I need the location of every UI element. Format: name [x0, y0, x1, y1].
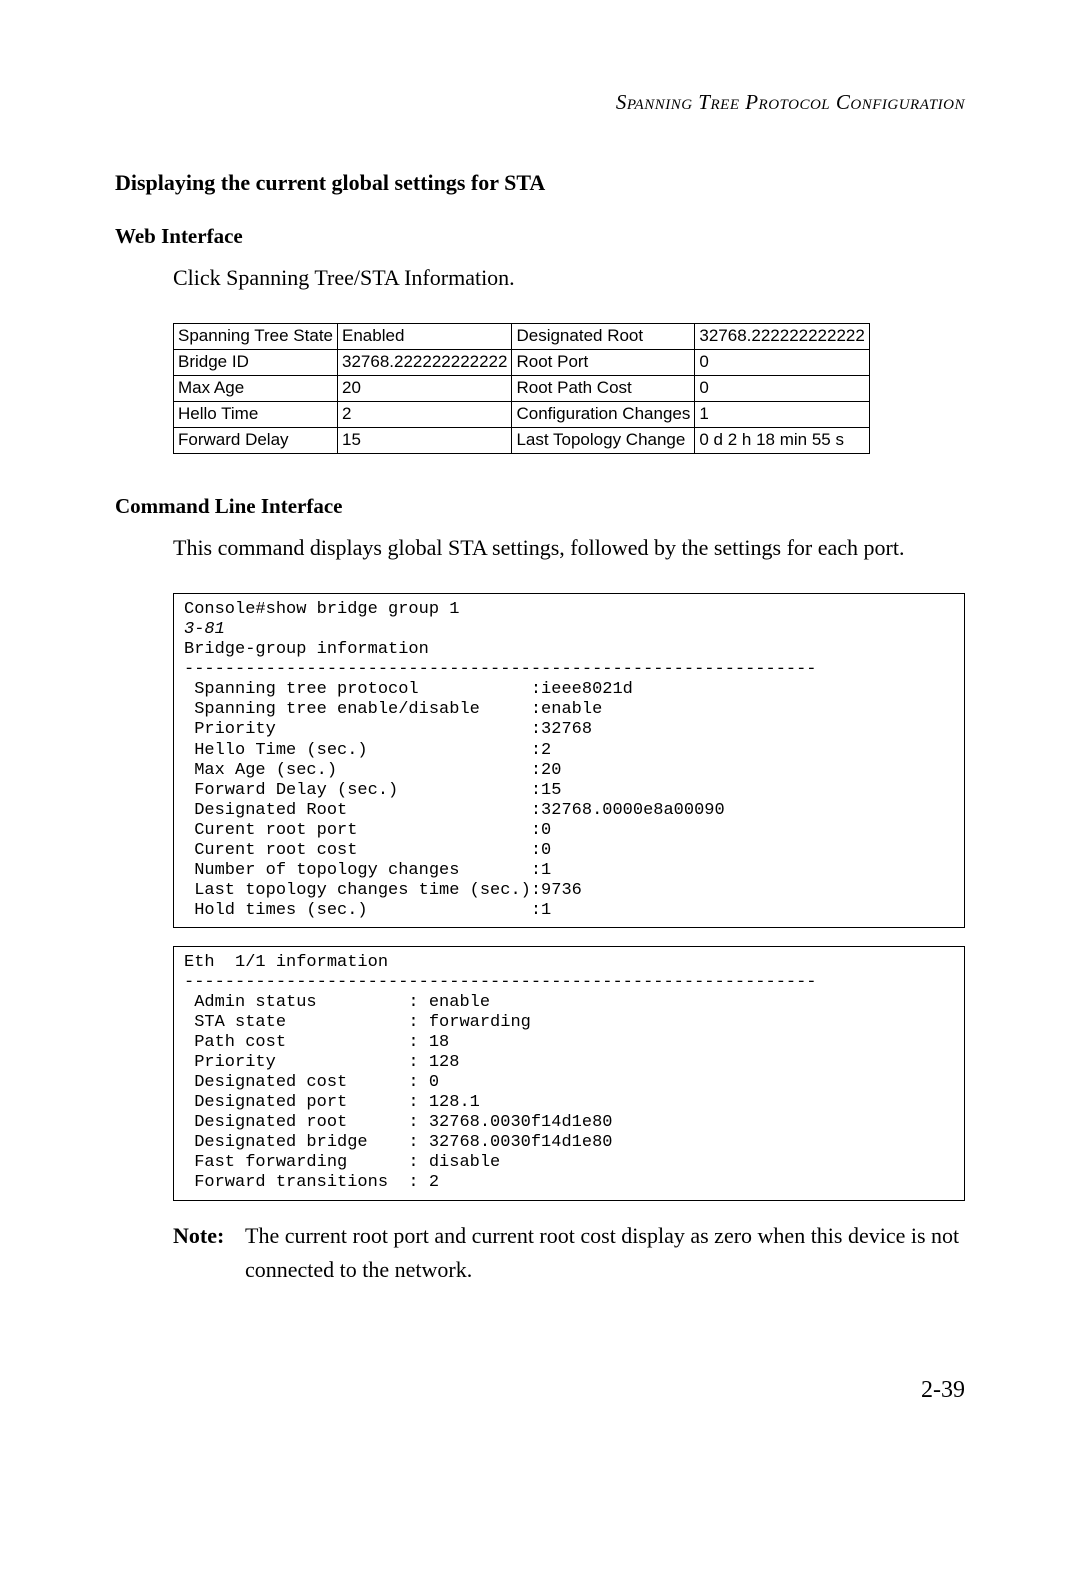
- cli-output-block-1: Console#show bridge group 1 3-81 Bridge-…: [173, 593, 965, 928]
- table-cell-label: Hello Time: [174, 402, 338, 428]
- table-cell-label: Root Path Cost: [512, 376, 695, 402]
- table-cell-value: 20: [338, 376, 512, 402]
- sta-info-table: Spanning Tree State Enabled Designated R…: [173, 323, 870, 454]
- table-cell-label: Bridge ID: [174, 350, 338, 376]
- table-cell-label: Configuration Changes: [512, 402, 695, 428]
- table-cell-label: Spanning Tree State: [174, 324, 338, 350]
- table-cell-label: Last Topology Change: [512, 428, 695, 454]
- table-cell-value: 32768.222222222222: [338, 350, 512, 376]
- table-row: Max Age 20 Root Path Cost 0: [174, 376, 870, 402]
- web-interface-heading: Web Interface: [115, 224, 965, 249]
- table-cell-value: Enabled: [338, 324, 512, 350]
- cli-heading: Command Line Interface: [115, 494, 965, 519]
- section-title: Displaying the current global settings f…: [115, 170, 965, 196]
- cli-reference: 3-81: [184, 620, 225, 639]
- table-row: Spanning Tree State Enabled Designated R…: [174, 324, 870, 350]
- note: Note: The current root port and current …: [173, 1219, 965, 1287]
- table-cell-value: 0: [695, 350, 869, 376]
- table-cell-value: 2: [338, 402, 512, 428]
- table-cell-label: Designated Root: [512, 324, 695, 350]
- note-text: The current root port and current root c…: [245, 1219, 965, 1287]
- cli-output-block-2: Eth 1/1 information --------------------…: [173, 946, 965, 1201]
- table-row: Bridge ID 32768.222222222222 Root Port 0: [174, 350, 870, 376]
- table-cell-value: 32768.222222222222: [695, 324, 869, 350]
- table-row: Hello Time 2 Configuration Changes 1: [174, 402, 870, 428]
- table-cell-value: 1: [695, 402, 869, 428]
- table-cell-value: 15: [338, 428, 512, 454]
- note-label: Note:: [173, 1219, 245, 1287]
- cli-body: Bridge-group information ---------------…: [184, 640, 817, 920]
- table-cell-value: 0: [695, 376, 869, 402]
- table-cell-label: Forward Delay: [174, 428, 338, 454]
- running-header: Spanning Tree Protocol Configuration: [115, 90, 965, 115]
- page: Spanning Tree Protocol Configuration Dis…: [0, 0, 1080, 1464]
- table-cell-label: Max Age: [174, 376, 338, 402]
- table-cell-label: Root Port: [512, 350, 695, 376]
- cli-command: Console#show bridge group 1: [184, 600, 459, 619]
- table-row: Forward Delay 15 Last Topology Change 0 …: [174, 428, 870, 454]
- page-number: 2-39: [115, 1377, 965, 1404]
- web-interface-text: Click Spanning Tree/STA Information.: [173, 261, 965, 295]
- cli-intro-text: This command displays global STA setting…: [173, 531, 965, 565]
- table-cell-value: 0 d 2 h 18 min 55 s: [695, 428, 869, 454]
